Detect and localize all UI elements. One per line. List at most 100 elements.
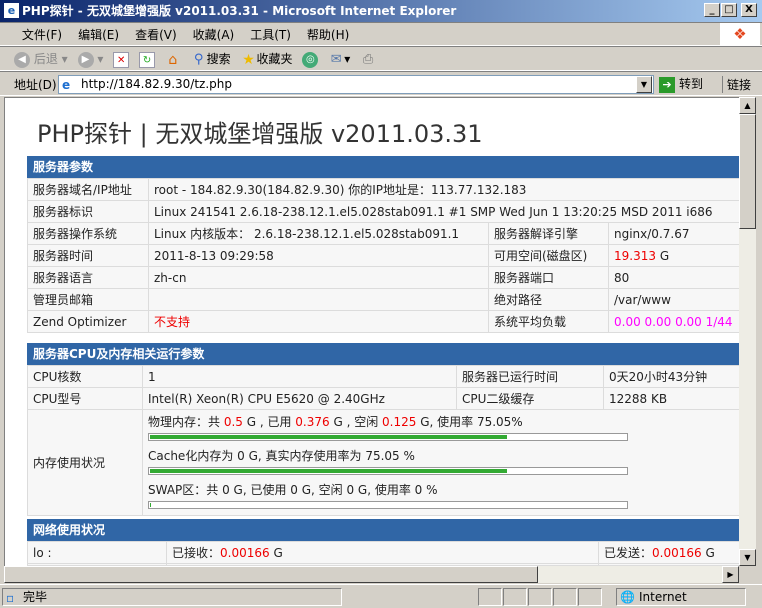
media-button[interactable]: ◎ — [302, 47, 319, 72]
refresh-button[interactable]: ↻ — [139, 47, 156, 72]
cell-value: zh-cn — [148, 266, 489, 289]
status-panel — [553, 588, 577, 606]
horizontal-scrollbar[interactable]: ▶ — [4, 566, 739, 583]
cell-label: 可用空间(磁盘区) — [488, 244, 609, 267]
table-row: 服务器时间 2011-8-13 09:29:58 可用空间(磁盘区) 19.313 G — [27, 244, 739, 267]
cell-value: 2011-8-13 09:29:58 — [148, 244, 489, 267]
back-button[interactable]: ◀ 后退 ▾ — [14, 47, 68, 72]
text: G, 使用率 75.05% — [416, 415, 523, 429]
home-button[interactable]: ⌂ — [165, 47, 181, 72]
menu-bar: 文件(F) 编辑(E) 查看(V) 收藏(A) 工具(T) 帮助(H) — [0, 22, 762, 46]
scroll-thumb[interactable] — [4, 566, 538, 583]
cell-label: 系统平均负载 — [488, 310, 609, 333]
cell-value: 1 — [142, 365, 457, 388]
status-text: 完毕 — [23, 590, 48, 604]
cell-value: root - 184.82.9.30(184.82.9.30) 你的IP地址是：… — [147, 178, 739, 201]
ie-page-icon: e — [4, 3, 19, 18]
menu-tools[interactable]: 工具(T) — [242, 23, 299, 47]
cell-label: 服务器域名/IP地址 — [27, 178, 149, 201]
table-row: 管理员邮箱 绝对路径/var/www — [27, 288, 739, 311]
go-button[interactable]: ➔ 转到 — [659, 75, 703, 94]
cell-value: 0.00 0.00 0.00 1/44 — [607, 310, 739, 333]
server-params-table: 服务器域名/IP地址 root - 184.82.9.30(184.82.9.30… — [27, 178, 739, 333]
search-button[interactable]: ⚲ 搜索 — [191, 47, 231, 72]
table-row: 内存使用状况 物理内存：共 0.5 G , 已用 0.376 G , 空闲 0.… — [27, 409, 739, 516]
unit: G — [701, 546, 715, 560]
menu-view[interactable]: 查看(V) — [127, 23, 185, 47]
back-label: 后退 — [33, 52, 58, 66]
status-panel — [578, 588, 602, 606]
cached-memory-text: Cache化内存为 0 G, 真实内存使用率为 75.05 % — [148, 449, 415, 463]
menu-file[interactable]: 文件(F) — [14, 23, 70, 47]
mem-used: 0.376 — [295, 415, 330, 429]
mem-total: 0.5 — [223, 415, 243, 429]
bar-fill — [150, 469, 508, 473]
table-row: CPU型号 Intel(R) Xeon(R) CPU E5620 @ 2.40GH… — [27, 387, 739, 410]
status-panel — [478, 588, 502, 606]
scroll-right-button[interactable]: ▶ — [722, 566, 739, 583]
cell-label: 服务器解译引擎 — [488, 222, 609, 245]
cell-label: CPU核数 — [27, 365, 143, 388]
cell-label: CPU型号 — [27, 387, 143, 410]
vertical-scrollbar[interactable]: ▲ ▼ — [739, 97, 756, 566]
table-row: CPU核数 1 服务器已运行时间 0天20小时43分钟 — [27, 365, 739, 388]
cell-label: 服务器操作系统 — [27, 222, 149, 245]
print-icon: ⎙ — [362, 51, 374, 67]
scroll-thumb[interactable] — [739, 114, 756, 229]
real-memory-bar — [148, 467, 628, 475]
links-button[interactable]: 链接 — [722, 76, 751, 93]
table-row: Zend Optimizer 不支持 系统平均负载 0.00 0.00 0.00 1/… — [27, 310, 739, 333]
cell-value: 不支持 — [148, 310, 489, 333]
text: 物理内存：共 — [148, 415, 224, 429]
menu-help[interactable]: 帮助(H) — [299, 23, 357, 47]
star-icon: ★ — [242, 51, 255, 68]
text: G , 空闲 — [329, 415, 383, 429]
media-icon: ◎ — [302, 51, 319, 68]
refresh-icon: ↻ — [139, 51, 156, 68]
cell-label: 管理员邮箱 — [27, 288, 149, 311]
minimize-button[interactable]: _ — [704, 3, 720, 17]
cell-label: Zend Optimizer — [27, 310, 149, 333]
swap-text: SWAP区：共 0 G, 已使用 0 G, 空闲 0 G, 使用率 0 % — [148, 483, 438, 497]
status-text-panel: ▫ 完毕 — [2, 588, 342, 606]
address-input[interactable]: e http://184.82.9.30/tz.php — [58, 75, 654, 94]
page-title: PHP探针 | 无双城堡增强版 v2011.03.31 — [37, 120, 483, 148]
menu-favorites[interactable]: 收藏(A) — [185, 23, 243, 47]
scroll-up-button[interactable]: ▲ — [739, 97, 756, 114]
title-bar: e PHP探针 - 无双城堡增强版 v2011.03.31 - Microsof… — [0, 0, 762, 22]
cell-value: /var/www — [607, 288, 739, 311]
menu-edit[interactable]: 编辑(E) — [70, 23, 127, 47]
cpu-memory-header: 服务器CPU及内存相关运行参数 — [27, 343, 739, 366]
cell-value: Linux 内核版本： 2.6.18-238.12.1.el5.028stab0… — [148, 222, 489, 245]
globe-icon: 🌐 — [620, 590, 635, 604]
favorites-button[interactable]: ★ 收藏夹 — [241, 47, 292, 72]
network-table: lo : 已接收：0.00166 G 已发送：0.00166 G — [27, 541, 739, 566]
scroll-down-button[interactable]: ▼ — [739, 549, 756, 566]
address-dropdown-button[interactable]: ▼ — [636, 76, 652, 93]
zone-panel: 🌐 Internet — [616, 588, 746, 606]
cell-value — [148, 288, 489, 311]
home-icon: ⌂ — [168, 51, 178, 68]
stop-icon: ✕ — [113, 51, 130, 68]
received-cell: 已接收：0.00166 G — [166, 541, 599, 564]
mail-button[interactable]: ✉ ▾ — [328, 47, 350, 72]
cell-label: 服务器标识 — [27, 200, 149, 223]
text: G , 已用 — [242, 415, 296, 429]
swap-bar — [148, 501, 628, 509]
stop-button[interactable]: ✕ — [113, 47, 130, 72]
close-button[interactable]: X — [741, 3, 757, 17]
cell-value: Linux 241541 2.6.18-238.12.1.el5.028stab… — [147, 200, 739, 223]
forward-button[interactable]: ▶ ▾ — [77, 47, 103, 72]
page-done-icon: ▫ — [6, 591, 15, 605]
mem-free: 0.125 — [382, 415, 417, 429]
cell-label: CPU二级缓存 — [456, 387, 604, 410]
maximize-button[interactable]: □ — [721, 3, 737, 17]
go-label: 转到 — [679, 77, 704, 91]
cell-value: Intel(R) Xeon(R) CPU E5620 @ 2.40GHz — [142, 387, 457, 410]
windows-logo-icon: ❖ — [720, 23, 760, 45]
search-label: 搜索 — [206, 52, 231, 66]
cell-label: 绝对路径 — [488, 288, 609, 311]
print-button[interactable]: ⎙ — [360, 47, 376, 72]
unit: G — [656, 248, 670, 263]
cell-value: nginx/0.7.67 — [607, 222, 739, 245]
